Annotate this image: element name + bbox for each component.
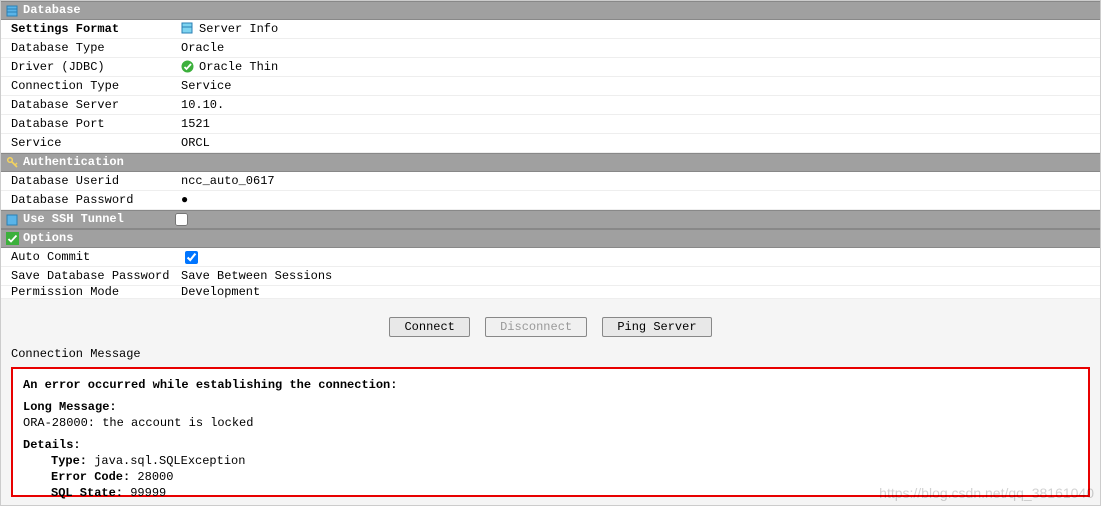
connection-message-heading: Connection Message [1, 343, 1100, 363]
row-auto-commit[interactable]: Auto Commit [1, 248, 1100, 267]
password-label: Database Password [1, 193, 181, 207]
row-settings-format[interactable]: Settings Format Server Info [1, 20, 1100, 39]
database-icon [5, 4, 19, 18]
row-driver[interactable]: Driver (JDBC) Oracle Thin [1, 58, 1100, 77]
section-database-title: Database [23, 2, 81, 19]
auto-commit-label: Auto Commit [1, 250, 181, 264]
service-value: ORCL [181, 136, 210, 150]
key-icon [5, 156, 19, 170]
row-database-type[interactable]: Database Type Oracle [1, 39, 1100, 58]
database-port-value: 1521 [181, 117, 210, 131]
save-password-label: Save Database Password [1, 269, 181, 283]
ssh-tunnel-checkbox[interactable] [175, 213, 188, 226]
connect-button[interactable]: Connect [389, 317, 469, 337]
row-service[interactable]: Service ORCL [1, 134, 1100, 153]
long-message-heading: Long Message: [23, 400, 117, 414]
detail-type-key: Type: [51, 454, 87, 468]
database-type-value: Oracle [181, 41, 224, 55]
section-authentication: Authentication [1, 153, 1100, 172]
driver-label: Driver (JDBC) [1, 60, 181, 74]
database-type-label: Database Type [1, 41, 181, 55]
service-label: Service [1, 136, 181, 150]
row-password[interactable]: Database Password ● [1, 191, 1100, 210]
password-value: ● [181, 193, 188, 207]
driver-value: Oracle Thin [199, 60, 278, 74]
server-info-icon [181, 22, 195, 36]
settings-format-value: Server Info [199, 22, 278, 36]
detail-state-value: 99999 [123, 486, 166, 500]
save-password-value: Save Between Sessions [181, 269, 332, 283]
options-title: Options [23, 230, 73, 247]
ping-server-button[interactable]: Ping Server [602, 317, 711, 337]
database-server-label: Database Server [1, 98, 181, 112]
detail-type-value: java.sql.SQLException [87, 454, 245, 468]
userid-value: ncc_auto_0617 [181, 174, 275, 188]
row-permission-mode[interactable]: Permission Mode Development [1, 286, 1100, 299]
details-heading: Details: [23, 438, 81, 452]
error-title: An error occurred while establishing the… [23, 377, 1078, 393]
section-auth-title: Authentication [23, 154, 124, 171]
detail-code-key: Error Code: [51, 470, 130, 484]
permission-mode-value: Development [181, 286, 260, 299]
detail-state-key: SQL State: [51, 486, 123, 500]
database-port-label: Database Port [1, 117, 181, 131]
check-icon [5, 232, 19, 246]
settings-format-label: Settings Format [11, 22, 119, 36]
detail-code-value: 28000 [130, 470, 173, 484]
database-server-value: 10.10. [181, 98, 224, 112]
section-ssh-tunnel[interactable]: Use SSH Tunnel [1, 210, 1100, 229]
row-userid[interactable]: Database Userid ncc_auto_0617 [1, 172, 1100, 191]
ssh-icon [5, 213, 19, 227]
connection-type-value: Service [181, 79, 231, 93]
userid-label: Database Userid [1, 174, 181, 188]
permission-mode-label: Permission Mode [1, 286, 181, 299]
connection-message-box: An error occurred while establishing the… [11, 367, 1090, 497]
disconnect-button[interactable]: Disconnect [485, 317, 587, 337]
check-ok-icon [181, 60, 195, 74]
auto-commit-checkbox[interactable] [185, 251, 198, 264]
row-database-server[interactable]: Database Server 10.10. [1, 96, 1100, 115]
section-options: Options [1, 229, 1100, 248]
row-connection-type[interactable]: Connection Type Service [1, 77, 1100, 96]
ssh-title: Use SSH Tunnel [23, 211, 171, 228]
section-database: Database [1, 1, 1100, 20]
row-save-password[interactable]: Save Database Password Save Between Sess… [1, 267, 1100, 286]
long-message-text: ORA-28000: the account is locked [23, 415, 1078, 431]
row-database-port[interactable]: Database Port 1521 [1, 115, 1100, 134]
settings-scroll[interactable]: Database Settings Format Server Info Dat… [1, 1, 1100, 307]
connection-type-label: Connection Type [1, 79, 181, 93]
button-bar: Connect Disconnect Ping Server [1, 307, 1100, 343]
